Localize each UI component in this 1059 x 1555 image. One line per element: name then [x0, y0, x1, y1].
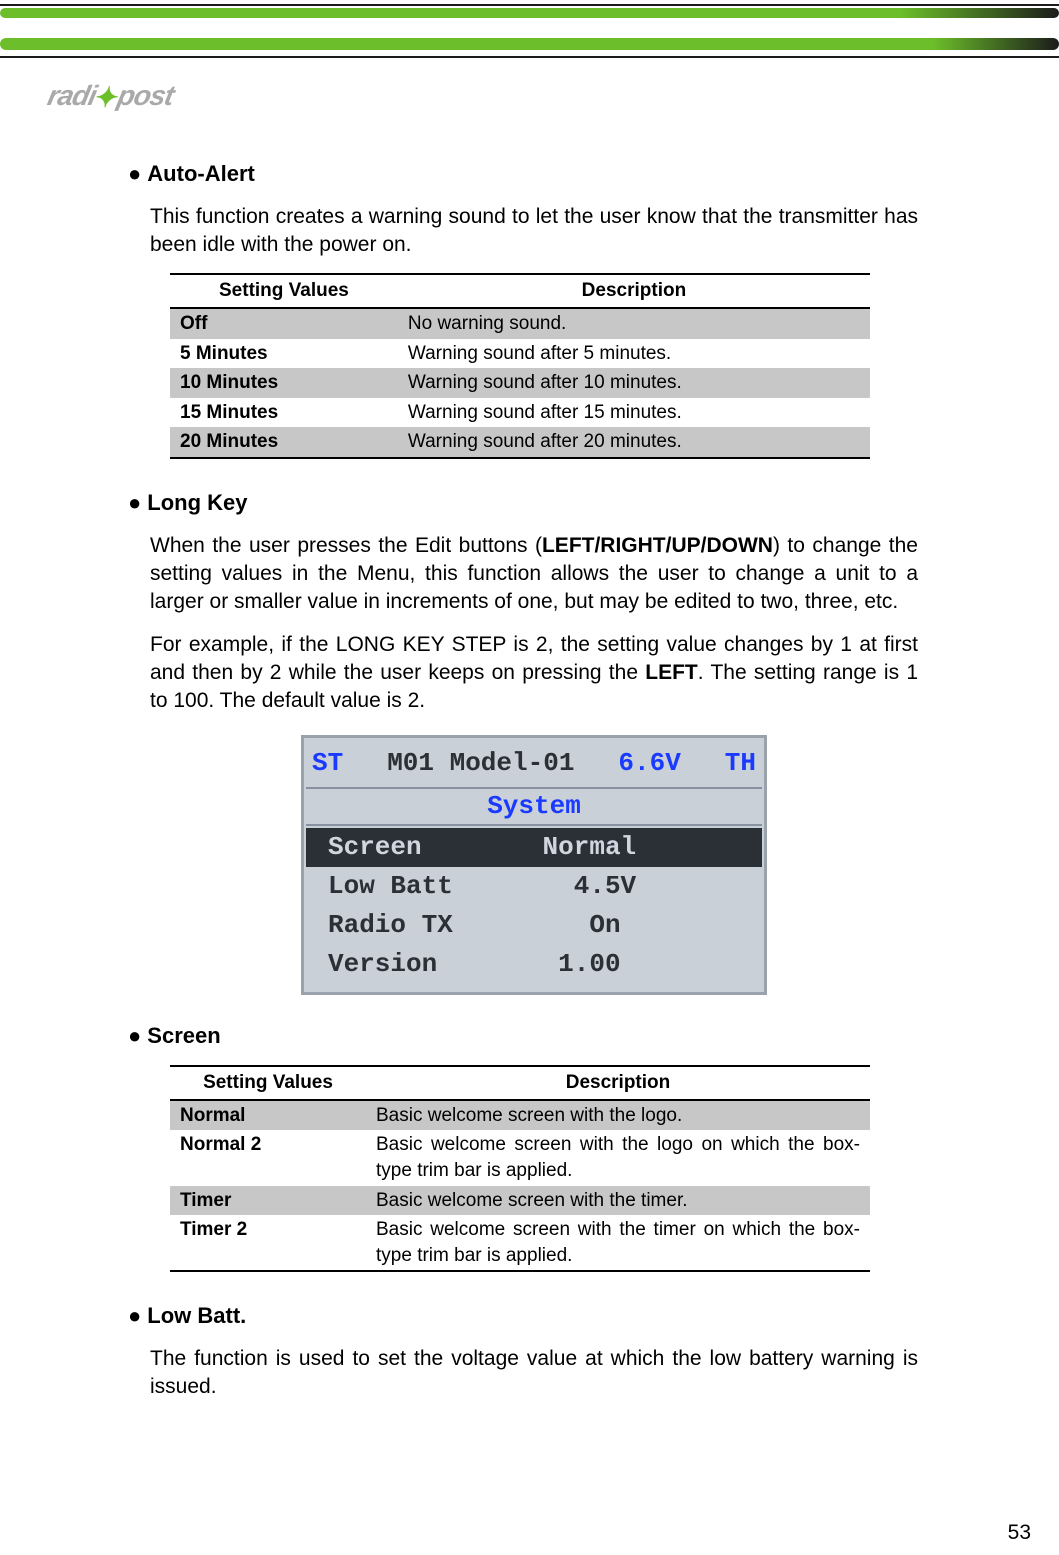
table-row: Timer 2 Basic welcome screen with the ti…: [170, 1215, 870, 1271]
section-title: Low Batt.: [147, 1303, 246, 1328]
table-row: Normal Basic welcome screen with the log…: [170, 1100, 870, 1131]
section-title: Long Key: [147, 490, 247, 515]
lcd-row: Low Batt 4.5V: [306, 867, 762, 906]
bullet-icon: ●: [128, 1303, 141, 1328]
section-body-text: The function is used to set the voltage …: [150, 1345, 918, 1402]
page-content: ●Auto-Alert This function creates a warn…: [128, 160, 918, 1432]
setting-desc: Basic welcome screen with the timer on w…: [366, 1215, 870, 1271]
section-body-text: This function creates a warning sound to…: [150, 203, 918, 260]
table-row: 15 Minutes Warning sound after 15 minute…: [170, 398, 870, 428]
lcd-row: Radio TX On: [306, 906, 762, 945]
setting-desc: No warning sound.: [398, 308, 870, 339]
table-row: 5 Minutes Warning sound after 5 minutes.: [170, 339, 870, 369]
setting-value: 20 Minutes: [170, 427, 398, 458]
logo-text-post: post: [115, 80, 177, 111]
setting-desc: Warning sound after 5 minutes.: [398, 339, 870, 369]
setting-value: Timer: [170, 1186, 366, 1216]
lcd-voltage: 6.6V: [618, 746, 680, 781]
table-row: 10 Minutes Warning sound after 10 minute…: [170, 368, 870, 398]
table-header: Description: [366, 1066, 870, 1100]
table-header: Setting Values: [170, 1066, 366, 1100]
table-row: Off No warning sound.: [170, 308, 870, 339]
lcd-th-label: TH: [725, 746, 756, 781]
lcd-row-label: Low Batt: [320, 869, 543, 904]
header-stripe-2: [0, 38, 1059, 50]
setting-value: Normal 2: [170, 1130, 366, 1185]
lcd-row-selected: Screen Normal: [306, 828, 762, 867]
setting-desc: Warning sound after 20 minutes.: [398, 427, 870, 458]
lcd-row-value: 1.00: [543, 947, 748, 982]
logo-text-pre: radi: [45, 80, 99, 111]
table-row: 20 Minutes Warning sound after 20 minute…: [170, 427, 870, 458]
lcd-row: Version 1.00: [306, 945, 762, 984]
long-key-para-2: For example, if the LONG KEY STEP is 2, …: [150, 631, 918, 716]
setting-value: Timer 2: [170, 1215, 366, 1271]
table-row: Normal 2 Basic welcome screen with the l…: [170, 1130, 870, 1185]
setting-desc: Warning sound after 15 minutes.: [398, 398, 870, 428]
lcd-row-value: On: [543, 908, 748, 943]
table-header: Description: [398, 274, 870, 308]
setting-desc: Basic welcome screen with the logo on wh…: [366, 1130, 870, 1185]
bullet-icon: ●: [128, 1023, 141, 1048]
header-stripe-1: [0, 8, 1059, 18]
edit-buttons-label: LEFT/RIGHT/UP/DOWN: [542, 534, 773, 557]
setting-desc: Basic welcome screen with the logo.: [366, 1100, 870, 1131]
section-auto-alert: ●Auto-Alert This function creates a warn…: [128, 160, 918, 459]
lcd-header: ST M01 Model-01 6.6V TH: [306, 746, 762, 785]
lcd-row-label: Version: [320, 947, 543, 982]
long-key-para-1: When the user presses the Edit buttons (…: [150, 532, 918, 617]
lcd-title: System: [306, 787, 762, 826]
table-row: Timer Basic welcome screen with the time…: [170, 1186, 870, 1216]
header-line-top: [0, 4, 1059, 6]
bullet-icon: ●: [128, 161, 141, 186]
section-title: Screen: [147, 1023, 220, 1048]
table-header: Setting Values: [170, 274, 398, 308]
auto-alert-table: Setting Values Description Off No warnin…: [170, 273, 870, 459]
text-bold: LEFT: [645, 661, 698, 684]
lcd-row-value: 4.5V: [543, 869, 748, 904]
setting-value: 15 Minutes: [170, 398, 398, 428]
section-low-batt: ●Low Batt. The function is used to set t…: [128, 1302, 918, 1401]
header-line-bottom: [0, 56, 1059, 58]
setting-value: Off: [170, 308, 398, 339]
setting-desc: Basic welcome screen with the timer.: [366, 1186, 870, 1216]
brand-logo: radi✦post: [44, 80, 176, 114]
lcd-row-label: Radio TX: [320, 908, 543, 943]
screen-table: Setting Values Description Normal Basic …: [170, 1065, 870, 1272]
lcd-screenshot: ST M01 Model-01 6.6V TH System Screen No…: [304, 738, 764, 993]
lcd-st-label: ST: [312, 746, 343, 781]
section-title: Auto-Alert: [147, 161, 255, 186]
lcd-model-label: M01 Model-01: [387, 746, 574, 781]
setting-value: 5 Minutes: [170, 339, 398, 369]
page-number: 53: [1008, 1521, 1031, 1545]
setting-value: 10 Minutes: [170, 368, 398, 398]
bullet-icon: ●: [128, 490, 141, 515]
section-screen: ●Screen Setting Values Description Norma…: [128, 1022, 918, 1272]
lcd-row-value: Normal: [543, 830, 748, 865]
setting-value: Normal: [170, 1100, 366, 1131]
section-long-key: ●Long Key When the user presses the Edit…: [128, 489, 918, 992]
text: When the user presses the Edit buttons (: [150, 534, 542, 557]
setting-desc: Warning sound after 10 minutes.: [398, 368, 870, 398]
lcd-row-label: Screen: [320, 830, 543, 865]
